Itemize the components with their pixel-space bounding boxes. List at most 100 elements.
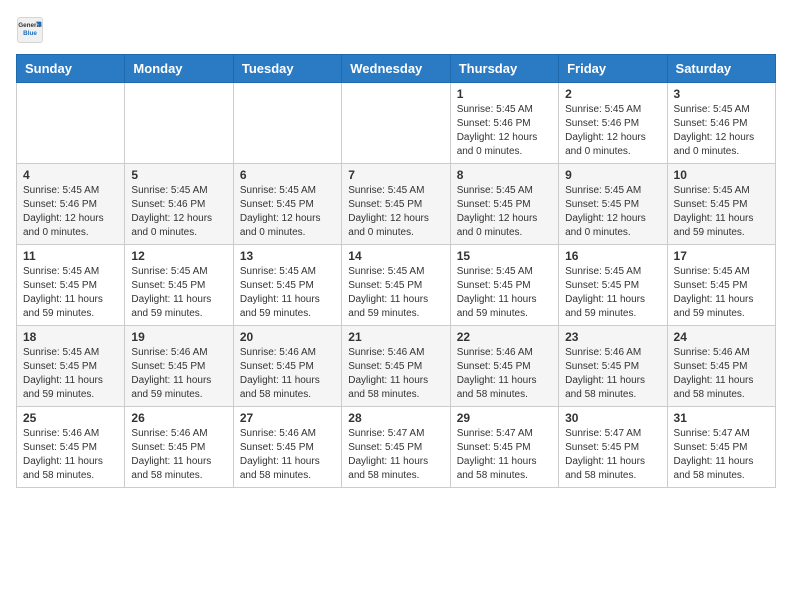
calendar-cell: 27 Sunrise: 5:46 AM Sunset: 5:45 PM Dayli… [233, 407, 341, 488]
logo-icon: General Blue [16, 16, 44, 44]
calendar-header-row: SundayMondayTuesdayWednesdayThursdayFrid… [17, 55, 776, 83]
calendar-week-5: 25 Sunrise: 5:46 AM Sunset: 5:45 PM Dayli… [17, 407, 776, 488]
day-number: 17 [674, 249, 769, 263]
day-info: Sunrise: 5:45 AM Sunset: 5:45 PM Dayligh… [565, 265, 660, 321]
calendar-table: SundayMondayTuesdayWednesdayThursdayFrid… [16, 54, 776, 488]
day-info: Sunrise: 5:45 AM Sunset: 5:45 PM Dayligh… [565, 184, 660, 240]
calendar-header-wednesday: Wednesday [342, 55, 450, 83]
day-number: 21 [348, 330, 443, 344]
calendar-header-friday: Friday [559, 55, 667, 83]
day-info: Sunrise: 5:46 AM Sunset: 5:45 PM Dayligh… [131, 346, 226, 402]
calendar-cell: 26Sunrise: 5:46 AM Sunset: 5:45 PM Dayli… [125, 407, 233, 488]
day-number: 20 [240, 330, 335, 344]
calendar-week-4: 18Sunrise: 5:45 AM Sunset: 5:45 PM Dayli… [17, 326, 776, 407]
calendar-cell: 31Sunrise: 5:47 AM Sunset: 5:45 PM Dayli… [667, 407, 775, 488]
day-number: 7 [348, 168, 443, 182]
day-info: Sunrise: 5:45 AM Sunset: 5:45 PM Dayligh… [348, 184, 443, 240]
day-info: Sunrise: 5:45 AM Sunset: 5:46 PM Dayligh… [131, 184, 226, 240]
day-info: Sunrise: 5:45 AM Sunset: 5:45 PM Dayligh… [457, 184, 552, 240]
calendar-cell: 9 Sunrise: 5:45 AM Sunset: 5:45 PM Daylig… [559, 164, 667, 245]
calendar-cell [342, 83, 450, 164]
day-info: Sunrise: 5:46 AM Sunset: 5:45 PM Dayligh… [348, 346, 443, 402]
calendar-cell: 10 Sunrise: 5:45 AM Sunset: 5:45 PM Dayli… [667, 164, 775, 245]
calendar-header-monday: Monday [125, 55, 233, 83]
day-info: Sunrise: 5:45 AM Sunset: 5:46 PM Dayligh… [457, 103, 552, 159]
day-info: Sunrise: 5:46 AM Sunset: 5:45 PM Dayligh… [674, 346, 769, 402]
calendar-cell: 6 Sunrise: 5:45 AM Sunset: 5:45 PM Daylig… [233, 164, 341, 245]
calendar-header-tuesday: Tuesday [233, 55, 341, 83]
calendar-cell [233, 83, 341, 164]
day-info: Sunrise: 5:46 AM Sunset: 5:45 PM Dayligh… [240, 427, 335, 483]
calendar-cell: 29Sunrise: 5:47 AM Sunset: 5:45 PM Dayli… [450, 407, 558, 488]
calendar-cell: 8Sunrise: 5:45 AM Sunset: 5:45 PM Daylig… [450, 164, 558, 245]
day-info: Sunrise: 5:46 AM Sunset: 5:45 PM Dayligh… [457, 346, 552, 402]
calendar-cell: 5 Sunrise: 5:45 AM Sunset: 5:46 PM Daylig… [125, 164, 233, 245]
day-number: 24 [674, 330, 769, 344]
day-info: Sunrise: 5:47 AM Sunset: 5:45 PM Dayligh… [457, 427, 552, 483]
calendar-header-thursday: Thursday [450, 55, 558, 83]
day-info: Sunrise: 5:45 AM Sunset: 5:46 PM Dayligh… [565, 103, 660, 159]
calendar-cell: 22 Sunrise: 5:46 AM Sunset: 5:45 PM Dayli… [450, 326, 558, 407]
calendar-cell: 23 Sunrise: 5:46 AM Sunset: 5:45 PM Dayli… [559, 326, 667, 407]
calendar-cell: 25 Sunrise: 5:46 AM Sunset: 5:45 PM Dayli… [17, 407, 125, 488]
day-number: 22 [457, 330, 552, 344]
day-info: Sunrise: 5:46 AM Sunset: 5:45 PM Dayligh… [23, 427, 118, 483]
day-number: 2 [565, 87, 660, 101]
calendar-cell [17, 83, 125, 164]
day-info: Sunrise: 5:47 AM Sunset: 5:45 PM Dayligh… [674, 427, 769, 483]
day-info: Sunrise: 5:45 AM Sunset: 5:45 PM Dayligh… [674, 184, 769, 240]
day-info: Sunrise: 5:46 AM Sunset: 5:45 PM Dayligh… [565, 346, 660, 402]
day-number: 26 [131, 411, 226, 425]
calendar-cell: 19 Sunrise: 5:46 AM Sunset: 5:45 PM Dayli… [125, 326, 233, 407]
day-number: 18 [23, 330, 118, 344]
day-number: 9 [565, 168, 660, 182]
day-number: 23 [565, 330, 660, 344]
calendar-cell: 14Sunrise: 5:45 AM Sunset: 5:45 PM Dayli… [342, 245, 450, 326]
day-number: 1 [457, 87, 552, 101]
day-info: Sunrise: 5:45 AM Sunset: 5:45 PM Dayligh… [348, 265, 443, 321]
calendar-cell: 4 Sunrise: 5:45 AM Sunset: 5:46 PM Daylig… [17, 164, 125, 245]
calendar-week-2: 4 Sunrise: 5:45 AM Sunset: 5:46 PM Daylig… [17, 164, 776, 245]
day-number: 6 [240, 168, 335, 182]
calendar-week-3: 11 Sunrise: 5:45 AM Sunset: 5:45 PM Dayli… [17, 245, 776, 326]
day-info: Sunrise: 5:47 AM Sunset: 5:45 PM Dayligh… [348, 427, 443, 483]
day-info: Sunrise: 5:45 AM Sunset: 5:46 PM Dayligh… [23, 184, 118, 240]
day-number: 5 [131, 168, 226, 182]
svg-text:Blue: Blue [23, 30, 37, 37]
calendar-cell [125, 83, 233, 164]
calendar-cell: 18Sunrise: 5:45 AM Sunset: 5:45 PM Dayli… [17, 326, 125, 407]
day-number: 27 [240, 411, 335, 425]
calendar-cell: 17 Sunrise: 5:45 AM Sunset: 5:45 PM Dayli… [667, 245, 775, 326]
calendar-header-sunday: Sunday [17, 55, 125, 83]
day-number: 12 [131, 249, 226, 263]
day-info: Sunrise: 5:45 AM Sunset: 5:45 PM Dayligh… [240, 184, 335, 240]
day-info: Sunrise: 5:46 AM Sunset: 5:45 PM Dayligh… [240, 346, 335, 402]
day-number: 15 [457, 249, 552, 263]
calendar-cell: 11 Sunrise: 5:45 AM Sunset: 5:45 PM Dayli… [17, 245, 125, 326]
calendar-header-saturday: Saturday [667, 55, 775, 83]
day-number: 11 [23, 249, 118, 263]
day-info: Sunrise: 5:45 AM Sunset: 5:45 PM Dayligh… [674, 265, 769, 321]
calendar-cell: 12 Sunrise: 5:45 AM Sunset: 5:45 PM Dayli… [125, 245, 233, 326]
day-number: 16 [565, 249, 660, 263]
day-number: 30 [565, 411, 660, 425]
calendar-cell: 21 Sunrise: 5:46 AM Sunset: 5:45 PM Dayli… [342, 326, 450, 407]
day-info: Sunrise: 5:47 AM Sunset: 5:45 PM Dayligh… [565, 427, 660, 483]
calendar-cell: 28 Sunrise: 5:47 AM Sunset: 5:45 PM Dayli… [342, 407, 450, 488]
calendar-cell: 2 Sunrise: 5:45 AM Sunset: 5:46 PM Daylig… [559, 83, 667, 164]
day-number: 10 [674, 168, 769, 182]
calendar-cell: 7 Sunrise: 5:45 AM Sunset: 5:45 PM Daylig… [342, 164, 450, 245]
day-number: 4 [23, 168, 118, 182]
day-number: 13 [240, 249, 335, 263]
calendar-cell: 1 Sunrise: 5:45 AM Sunset: 5:46 PM Daylig… [450, 83, 558, 164]
calendar-cell: 3Sunrise: 5:45 AM Sunset: 5:46 PM Daylig… [667, 83, 775, 164]
day-number: 19 [131, 330, 226, 344]
day-info: Sunrise: 5:45 AM Sunset: 5:45 PM Dayligh… [131, 265, 226, 321]
logo: General Blue [16, 16, 48, 44]
calendar-cell: 13Sunrise: 5:45 AM Sunset: 5:45 PM Dayli… [233, 245, 341, 326]
day-info: Sunrise: 5:45 AM Sunset: 5:45 PM Dayligh… [23, 265, 118, 321]
day-number: 28 [348, 411, 443, 425]
page-header: General Blue [16, 16, 776, 44]
calendar-cell: 20 Sunrise: 5:46 AM Sunset: 5:45 PM Dayli… [233, 326, 341, 407]
day-number: 25 [23, 411, 118, 425]
